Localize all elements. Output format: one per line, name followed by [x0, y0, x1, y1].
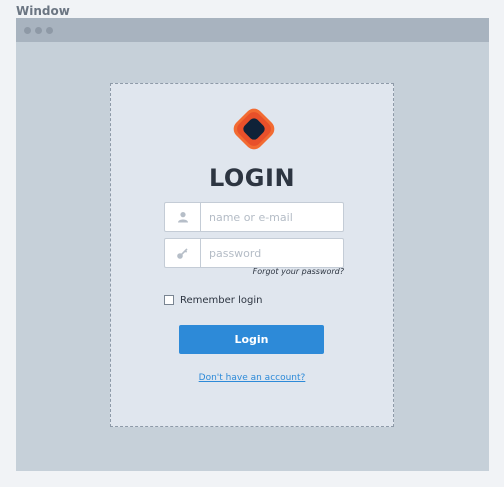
remember-label: Remember login	[180, 294, 263, 306]
username-field	[164, 202, 345, 232]
login-panel: LOGIN Forgot your password? Reme	[110, 83, 394, 427]
window-dot-icon[interactable]	[35, 27, 42, 34]
forgot-password-link[interactable]: Forgot your password?	[164, 267, 344, 276]
password-input[interactable]	[203, 239, 345, 267]
window-dot-icon[interactable]	[46, 27, 53, 34]
remember-checkbox[interactable]	[164, 295, 174, 305]
window-label: Window	[16, 4, 70, 18]
signup-link[interactable]: Don't have an account?	[111, 373, 393, 383]
login-title: LOGIN	[208, 164, 296, 192]
remember-login[interactable]: Remember login	[164, 294, 262, 306]
window-titlebar[interactable]	[16, 18, 489, 42]
user-icon	[165, 203, 201, 231]
password-field	[164, 238, 345, 268]
window: LOGIN Forgot your password? Reme	[16, 18, 489, 471]
key-icon	[165, 239, 201, 267]
login-button[interactable]: Login	[179, 325, 324, 354]
window-dot-icon[interactable]	[24, 27, 31, 34]
username-input[interactable]	[203, 203, 345, 231]
brand-logo-icon	[233, 108, 275, 150]
